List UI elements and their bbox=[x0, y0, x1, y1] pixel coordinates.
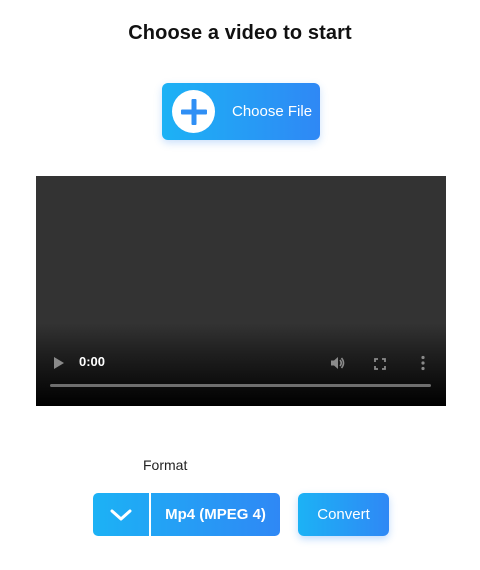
video-player[interactable]: 0:00 bbox=[36, 176, 446, 406]
fullscreen-icon[interactable] bbox=[374, 357, 386, 375]
video-converter-page: Choose a video to start Choose File 0:00 bbox=[0, 0, 480, 570]
format-select[interactable]: Mp4 (MPEG 4) bbox=[93, 493, 280, 536]
format-selected-value[interactable]: Mp4 (MPEG 4) bbox=[151, 493, 280, 536]
choose-file-button[interactable]: Choose File bbox=[162, 83, 320, 140]
plus-circle-icon bbox=[172, 90, 215, 133]
page-title: Choose a video to start bbox=[128, 22, 352, 44]
convert-button[interactable]: Convert bbox=[298, 493, 389, 536]
chevron-down-icon[interactable] bbox=[93, 493, 149, 536]
video-current-time: 0:00 bbox=[79, 354, 106, 369]
play-icon[interactable] bbox=[53, 356, 65, 375]
choose-file-label: Choose File bbox=[232, 103, 313, 120]
video-progress-bar[interactable] bbox=[50, 384, 431, 387]
format-label: Format bbox=[143, 457, 188, 473]
volume-icon[interactable] bbox=[330, 355, 346, 376]
more-options-icon[interactable] bbox=[420, 355, 426, 376]
